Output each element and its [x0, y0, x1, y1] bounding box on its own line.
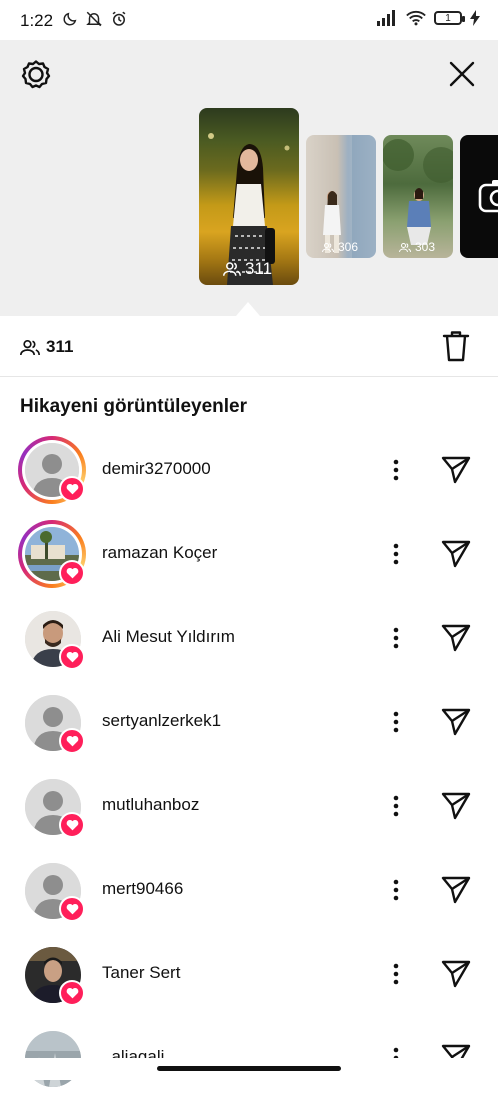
paper-plane-icon	[441, 876, 471, 904]
trash-icon	[442, 331, 470, 362]
settings-button[interactable]	[18, 56, 54, 92]
heart-icon	[59, 812, 85, 838]
viewers-icon	[223, 262, 241, 276]
more-options-button[interactable]	[386, 792, 406, 820]
alarm-icon	[112, 11, 126, 26]
viewer-row[interactable]: mutluhanboz	[0, 764, 498, 848]
more-vertical-icon	[393, 459, 399, 481]
viewer-row[interactable]: demir3270000	[0, 428, 498, 512]
avatar[interactable]	[18, 688, 86, 756]
avatar[interactable]	[18, 436, 86, 504]
more-vertical-icon	[393, 963, 399, 985]
viewer-row[interactable]: ramazan Koçer	[0, 512, 498, 596]
more-options-button[interactable]	[386, 456, 406, 484]
viewer-row[interactable]: Ali Mesut Yıldırım	[0, 596, 498, 680]
send-message-button[interactable]	[440, 706, 472, 738]
send-message-button[interactable]	[440, 958, 472, 990]
viewers-icon	[399, 242, 411, 252]
story-thumbnail-current[interactable]: 311	[199, 108, 299, 285]
muted-bell-icon	[86, 11, 102, 27]
heart-icon	[59, 644, 85, 670]
more-vertical-icon	[393, 543, 399, 565]
signal-icon	[377, 10, 395, 26]
viewer-name: Ali Mesut Yıldırım	[102, 627, 235, 646]
charging-icon	[470, 10, 480, 26]
viewers-icon	[20, 339, 40, 355]
send-message-button[interactable]	[440, 622, 472, 654]
paper-plane-icon	[441, 624, 471, 652]
gear-icon	[21, 60, 51, 89]
paper-plane-icon	[441, 708, 471, 736]
more-vertical-icon	[393, 627, 399, 649]
send-message-button[interactable]	[440, 538, 472, 570]
avatar[interactable]	[18, 772, 86, 840]
wifi-icon	[406, 11, 426, 26]
paper-plane-icon	[441, 960, 471, 988]
paper-plane-icon	[441, 456, 471, 484]
viewers-icon	[322, 242, 334, 252]
delete-story-button[interactable]	[442, 330, 472, 362]
heart-icon	[59, 980, 85, 1006]
more-options-button[interactable]	[386, 960, 406, 988]
story-view-count: 311	[245, 259, 273, 278]
paper-plane-icon	[441, 540, 471, 568]
camera-icon	[478, 180, 498, 213]
story-thumbnail[interactable]: 303	[383, 135, 453, 258]
more-options-button[interactable]	[386, 540, 406, 568]
story-view-count: 306	[338, 240, 359, 254]
battery-indicator: 1	[434, 11, 465, 25]
viewer-name: demir3270000	[102, 459, 211, 478]
viewer-name: mert90466	[102, 879, 184, 898]
summary-bar: 311	[0, 316, 498, 377]
viewer-row[interactable]: mert90466	[0, 848, 498, 932]
viewer-name: mutluhanboz	[102, 795, 200, 814]
more-vertical-icon	[393, 711, 399, 733]
status-time: 1:22	[20, 11, 54, 30]
viewer-count: 311	[46, 337, 74, 356]
more-options-button[interactable]	[386, 708, 406, 736]
heart-icon	[59, 896, 85, 922]
heart-icon	[59, 560, 85, 586]
avatar[interactable]	[18, 604, 86, 672]
avatar[interactable]	[18, 856, 86, 924]
story-view-count: 303	[415, 240, 436, 254]
close-icon	[449, 61, 475, 87]
send-message-button[interactable]	[440, 454, 472, 486]
moon-icon	[63, 12, 77, 26]
more-options-button[interactable]	[386, 876, 406, 904]
status-bar: 1:22 1	[0, 0, 498, 40]
add-story-thumbnail[interactable]	[460, 135, 498, 258]
avatar[interactable]	[18, 520, 86, 588]
viewer-name: sertyanlzerkek1	[102, 711, 222, 730]
home-gesture-bar[interactable]	[157, 1066, 341, 1071]
paper-plane-icon	[441, 792, 471, 820]
more-options-button[interactable]	[386, 624, 406, 652]
heart-icon	[59, 728, 85, 754]
selected-story-pointer	[236, 302, 260, 316]
viewer-name: ramazan Koçer	[102, 543, 218, 562]
viewers-section-title: Hikayeni görüntüleyenler	[20, 396, 248, 417]
send-message-button[interactable]	[440, 790, 472, 822]
avatar[interactable]	[18, 940, 86, 1008]
viewer-row[interactable]: Taner Sert	[0, 932, 498, 1016]
viewer-row[interactable]: sertyanlzerkek1	[0, 680, 498, 764]
more-vertical-icon	[393, 795, 399, 817]
more-vertical-icon	[393, 879, 399, 901]
story-thumbnail[interactable]: 306	[306, 135, 376, 258]
viewer-name: Taner Sert	[102, 963, 181, 982]
close-button[interactable]	[444, 56, 480, 92]
send-message-button[interactable]	[440, 874, 472, 906]
heart-icon	[59, 476, 85, 502]
